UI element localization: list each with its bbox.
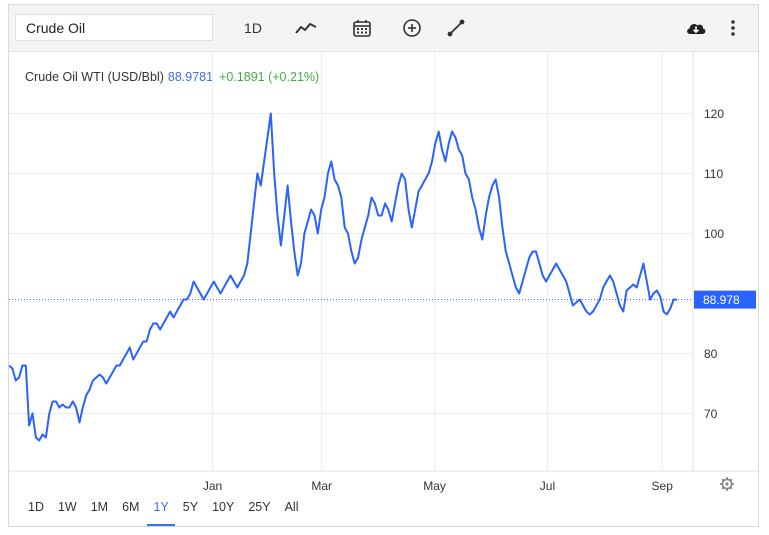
y-tick-label: 120 <box>704 107 724 121</box>
last-price-label: 88.978 <box>703 293 740 307</box>
range-option-1w[interactable]: 1W <box>51 498 84 522</box>
interval-button[interactable]: 1D <box>235 14 271 42</box>
range-option-25y[interactable]: 25Y <box>241 498 277 522</box>
range-option-1y[interactable]: 1Y <box>146 498 176 526</box>
range-selector: 1D 1W 1M 6M 1Y 5Y 10Y 25Y All <box>21 498 306 526</box>
range-option-1m[interactable]: 1M <box>84 498 115 522</box>
toolbar: Crude Oil 1D <box>9 5 758 52</box>
x-tick-label: Jul <box>540 479 555 493</box>
symbol-search-input[interactable]: Crude Oil <box>15 14 213 41</box>
chart-widget: Crude Oil 1D Crude Oil WTI (USD/Bbl) 88.9… <box>8 4 759 527</box>
y-tick-label: 70 <box>704 407 718 421</box>
range-option-10y[interactable]: 10Y <box>205 498 241 522</box>
chart-settings-gear-icon[interactable] <box>720 477 734 491</box>
y-tick-label: 100 <box>704 227 724 241</box>
more-options-icon[interactable] <box>721 14 745 42</box>
x-tick-label: Jan <box>203 479 222 493</box>
range-option-all[interactable]: All <box>278 498 306 522</box>
x-tick-label: Mar <box>311 479 332 493</box>
x-tick-label: Sep <box>652 479 674 493</box>
range-option-5y[interactable]: 5Y <box>176 498 205 522</box>
range-option-1d[interactable]: 1D <box>21 498 51 522</box>
chart-type-icon[interactable] <box>291 14 321 42</box>
y-tick-label: 80 <box>704 347 718 361</box>
price-series-line[interactable] <box>9 112 677 442</box>
add-indicator-icon[interactable] <box>397 14 427 42</box>
range-option-6m[interactable]: 6M <box>115 498 146 522</box>
draw-line-icon[interactable] <box>441 14 471 42</box>
x-tick-label: May <box>423 479 446 493</box>
calendar-icon[interactable] <box>347 14 377 42</box>
download-cloud-icon[interactable] <box>681 14 711 42</box>
price-chart[interactable]: 88.978 70 80 100 110 120 Jan Mar May Jul Sep <box>9 51 758 495</box>
y-tick-label: 110 <box>704 167 723 181</box>
